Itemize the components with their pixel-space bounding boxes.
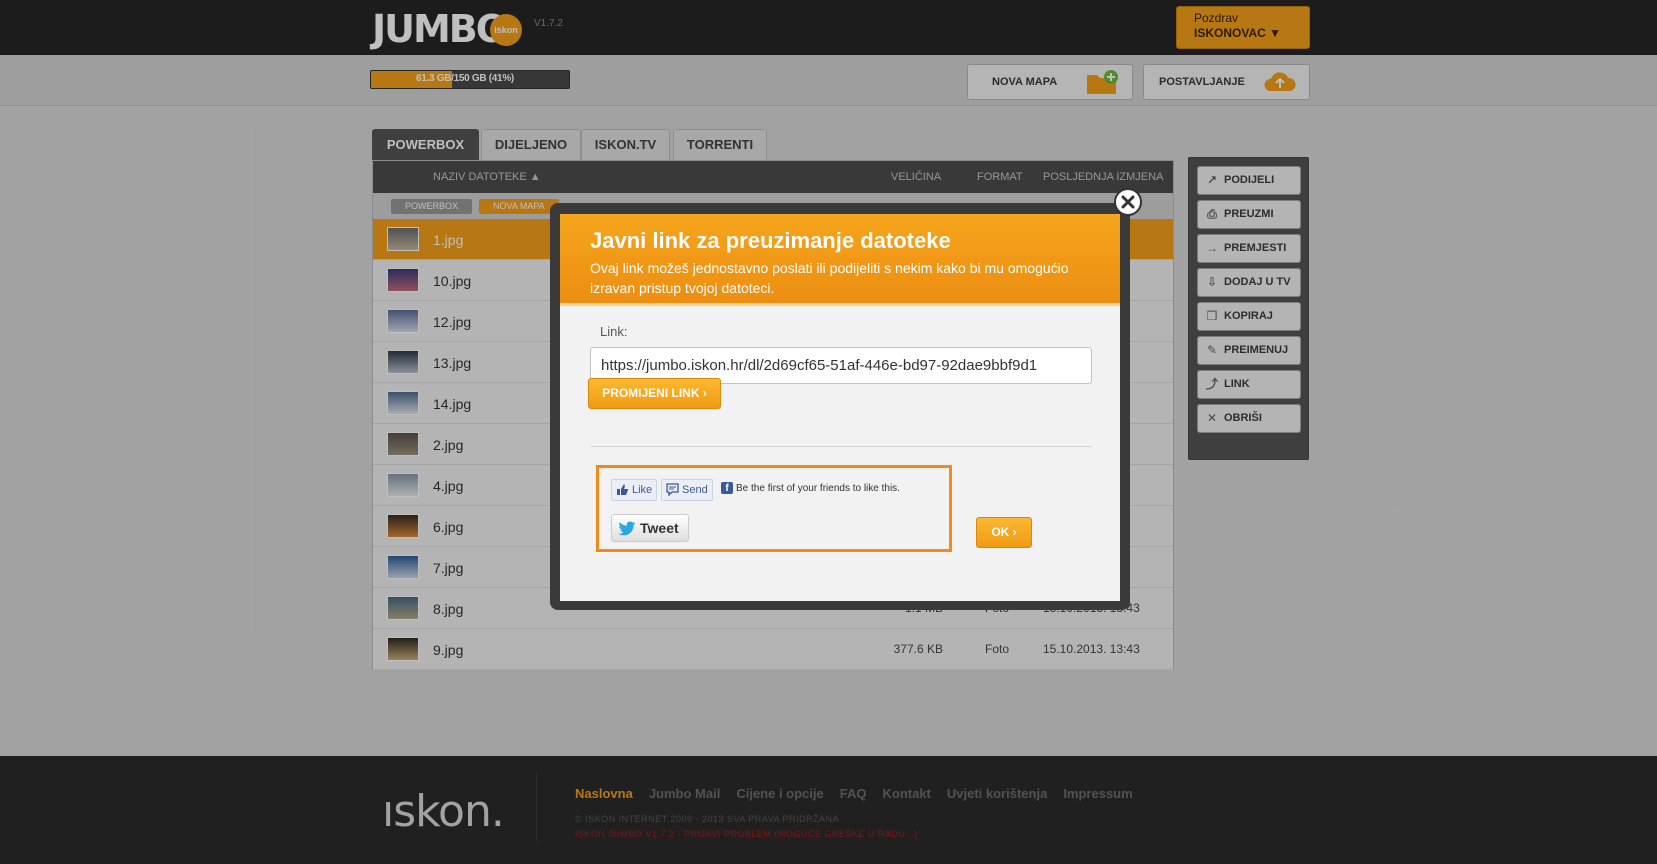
- twitter-bird-icon: [618, 521, 635, 536]
- social-share-box: Like Send f Be the first of your friends…: [596, 465, 952, 552]
- change-link-button[interactable]: PROMIJENI LINK ›: [588, 378, 721, 409]
- tweet-button[interactable]: Tweet: [611, 514, 689, 542]
- ok-button[interactable]: OK ›: [976, 517, 1032, 548]
- facebook-send-button[interactable]: Send: [661, 479, 713, 501]
- like-label: Like: [632, 484, 653, 496]
- link-label: Link:: [600, 324, 628, 339]
- modal-header: Javni link za preuzimanje datoteke Ovaj …: [560, 214, 1120, 306]
- modal-close-button[interactable]: [1114, 188, 1142, 216]
- thumbs-up-icon: [617, 484, 628, 495]
- facebook-like-text: Be the first of your friends to like thi…: [736, 483, 900, 494]
- close-icon: [1121, 195, 1135, 209]
- send-label: Send: [682, 484, 708, 496]
- modal-title: Javni link za preuzimanje datoteke: [590, 228, 951, 253]
- modal-divider: [590, 446, 1092, 447]
- tweet-label: Tweet: [640, 520, 679, 536]
- modal-subtitle: Ovaj link možeš jednostavno poslati ili …: [590, 260, 1069, 296]
- facebook-like-button[interactable]: Like: [611, 479, 657, 501]
- public-link-modal: Javni link za preuzimanje datoteke Ovaj …: [560, 214, 1120, 601]
- speech-bubble-icon: [666, 483, 679, 496]
- facebook-icon: f: [721, 482, 733, 494]
